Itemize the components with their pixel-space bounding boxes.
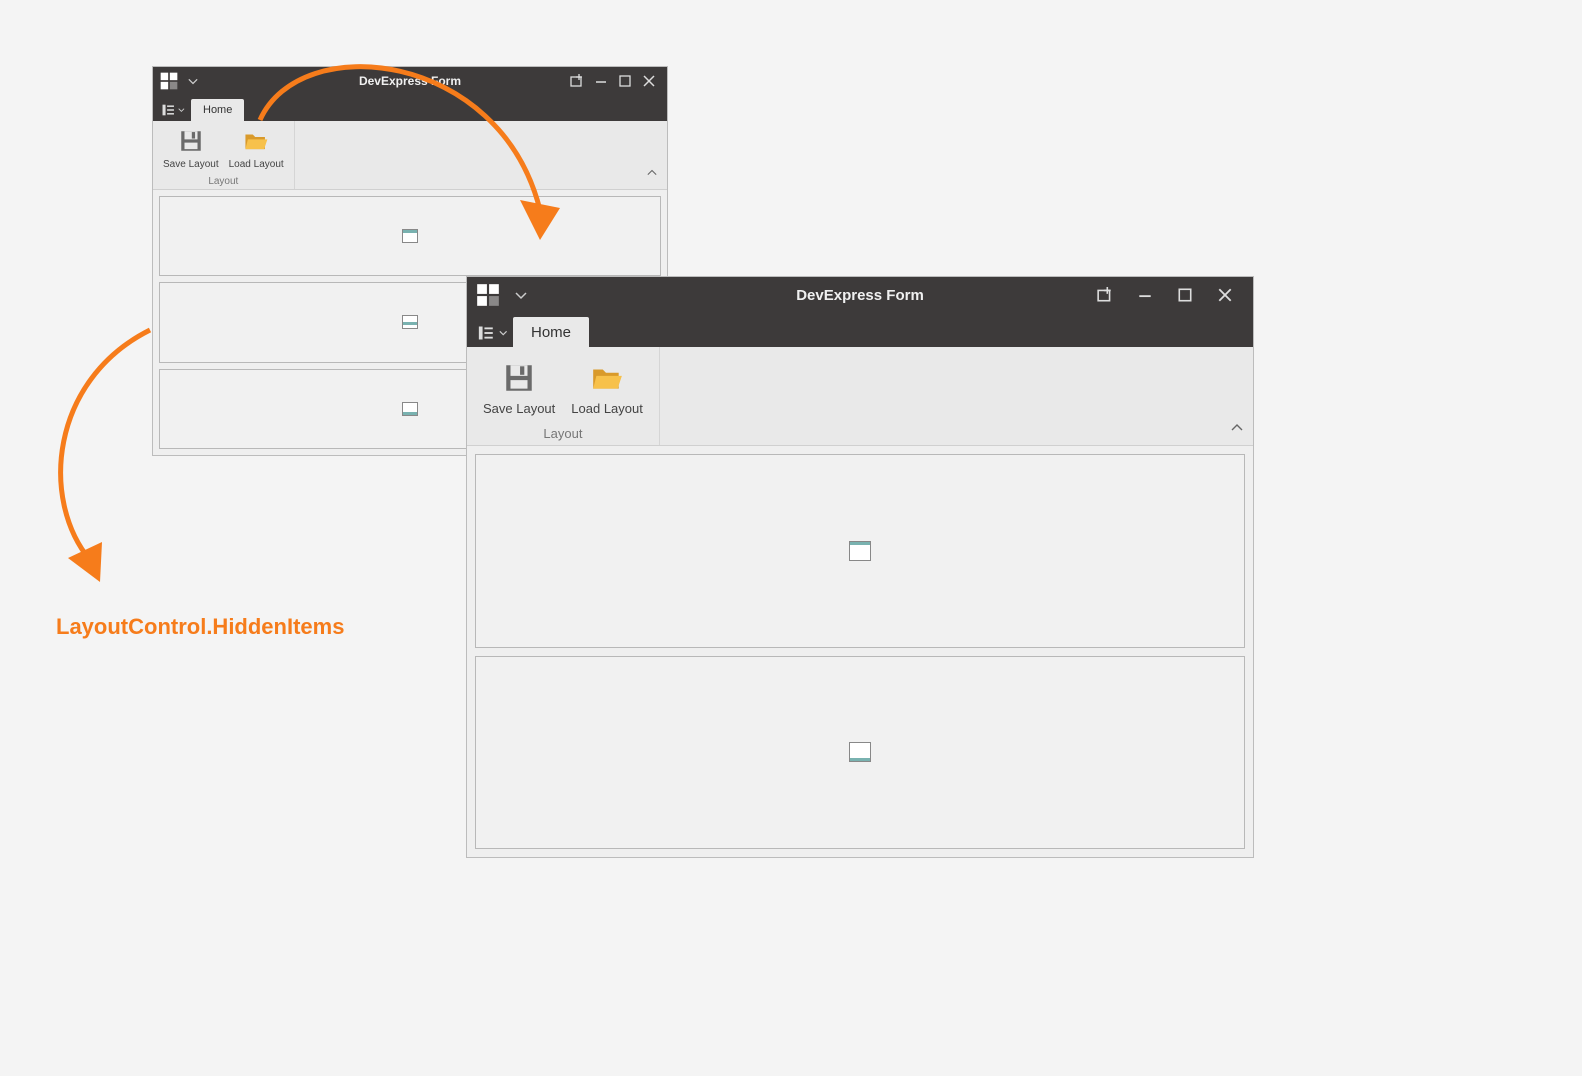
picture-placeholder-icon (402, 229, 418, 243)
minimize-button[interactable] (1135, 285, 1155, 305)
ribbon: Save Layout Load Layout Layout (467, 347, 1253, 446)
ribbon-collapse-icon[interactable] (1231, 421, 1243, 439)
titlebar[interactable]: DevExpress Form (153, 67, 667, 95)
save-icon (500, 359, 538, 397)
picture-placeholder-icon (402, 315, 418, 329)
file-menu-icon[interactable] (477, 319, 507, 347)
picture-placeholder-icon (849, 541, 871, 561)
folder-open-icon (242, 127, 270, 155)
layout-item[interactable] (159, 196, 661, 276)
window-after: DevExpress Form Home (466, 276, 1254, 858)
save-layout-button[interactable]: Save Layout (159, 125, 223, 172)
ribbon-group-label: Layout (208, 176, 238, 187)
ribbon-tabstrip: Home (467, 313, 1253, 347)
app-icon (159, 71, 179, 91)
quick-access-dropdown-icon[interactable] (185, 73, 201, 89)
save-layout-button[interactable]: Save Layout (477, 355, 561, 420)
file-menu-icon[interactable] (161, 99, 185, 121)
ribbon-group-layout: Save Layout Load Layout Layout (153, 121, 295, 189)
close-button[interactable] (641, 73, 657, 89)
quick-access-dropdown-icon[interactable] (511, 285, 531, 305)
picture-placeholder-icon (402, 402, 418, 416)
titlebar[interactable]: DevExpress Form (467, 277, 1253, 313)
load-layout-button[interactable]: Load Layout (565, 355, 649, 420)
maximize-button[interactable] (1175, 285, 1195, 305)
close-button[interactable] (1215, 285, 1235, 305)
load-layout-label: Load Layout (229, 159, 284, 170)
app-icon (475, 282, 501, 308)
ribbon-collapse-icon[interactable] (647, 165, 657, 183)
folder-open-icon (588, 359, 626, 397)
ribbon-group-layout: Save Layout Load Layout Layout (467, 347, 660, 445)
ribbon-group-label: Layout (543, 426, 582, 441)
ribbon-tabstrip: Home (153, 95, 667, 121)
tab-home[interactable]: Home (513, 317, 589, 347)
new-window-icon[interactable] (569, 73, 585, 89)
load-layout-label: Load Layout (571, 401, 643, 416)
ribbon: Save Layout Load Layout Layout (153, 121, 667, 190)
new-window-icon[interactable] (1095, 285, 1115, 305)
picture-placeholder-icon (849, 742, 871, 762)
tab-home[interactable]: Home (191, 99, 244, 121)
save-layout-label: Save Layout (163, 159, 219, 170)
layout-item[interactable] (475, 454, 1245, 648)
layout-control (467, 446, 1253, 857)
save-layout-label: Save Layout (483, 401, 555, 416)
save-icon (177, 127, 205, 155)
maximize-button[interactable] (617, 73, 633, 89)
load-layout-button[interactable]: Load Layout (225, 125, 288, 172)
layout-item[interactable] (475, 656, 1245, 850)
minimize-button[interactable] (593, 73, 609, 89)
annotation-label: LayoutControl.HiddenItems (56, 614, 344, 640)
